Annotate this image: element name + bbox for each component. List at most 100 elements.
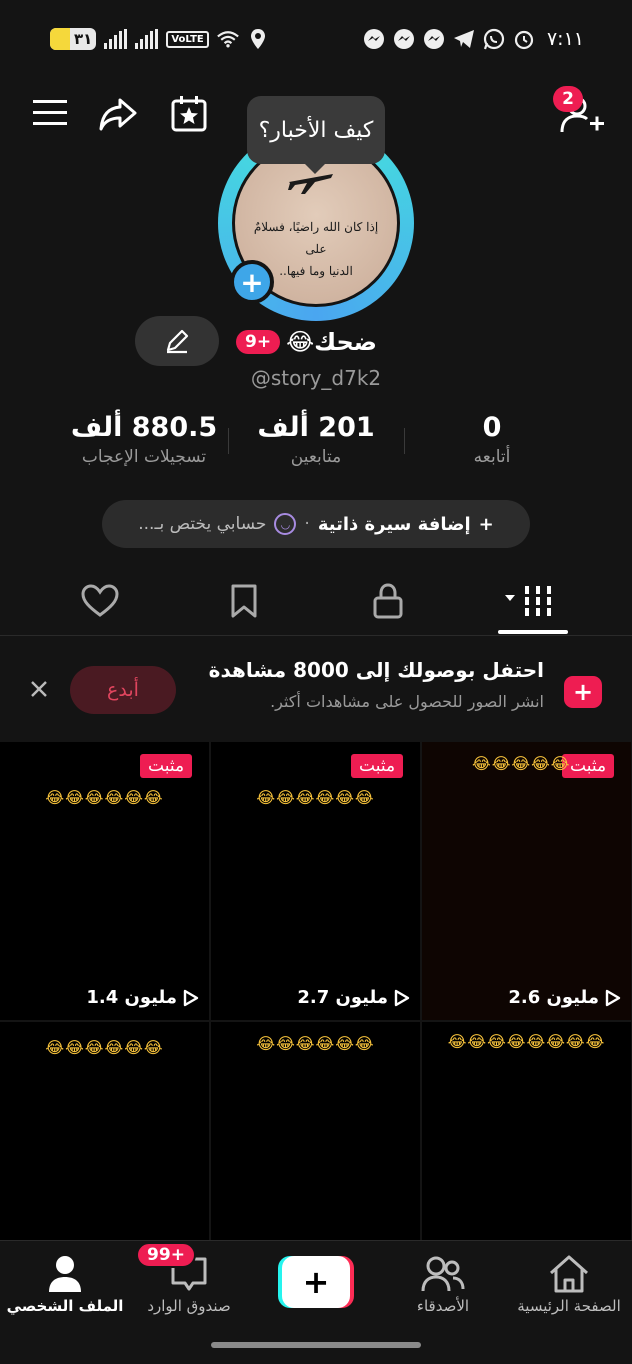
battery-indicator: ٣١	[50, 28, 97, 50]
caption-emojis: 😂😂😂😂😂😂	[45, 788, 164, 807]
play-icon	[183, 989, 199, 1006]
tooltip-text: كيف الأخبار؟	[258, 117, 374, 143]
friend-request-badge: 2	[553, 86, 583, 112]
stat-divider	[228, 428, 229, 454]
volte-badge: VoLTE	[166, 30, 209, 48]
video-thumbnail[interactable]: 😂😂😂😂😂😂	[0, 1022, 209, 1242]
share-icon[interactable]	[96, 94, 140, 134]
create-video-button[interactable]: +	[278, 1256, 354, 1308]
tab-liked[interactable]	[60, 570, 140, 632]
pencil-icon	[166, 329, 189, 354]
signal-2-icon	[135, 29, 159, 49]
nav-friends-label: الأصدقاء	[416, 1297, 470, 1315]
caption-emojis: 😂😂😂😂😂	[472, 754, 571, 773]
likes-label: تسجيلات الإعجاب	[81, 447, 207, 467]
bookmark-icon	[231, 584, 257, 618]
grid-dropdown-icon	[505, 586, 551, 616]
add-story-button[interactable]: +	[230, 260, 274, 304]
close-icon[interactable]	[26, 676, 52, 702]
messenger-icon	[423, 28, 445, 50]
menu-icon[interactable]	[30, 96, 70, 130]
video-thumbnail[interactable]: مثبت 😂😂😂😂😂 2.6 مليون	[422, 742, 631, 1020]
status-bar: ٣١ VoLTE ٧:١١	[0, 0, 632, 80]
pinned-badge: مثبت	[351, 754, 404, 778]
bio-separator: ·	[304, 514, 310, 534]
telegram-icon	[453, 28, 475, 50]
nav-profile-label: الملف الشخصي	[6, 1297, 124, 1315]
add-bio-label: إضافة سيرة ذاتية	[317, 513, 471, 535]
nav-inbox-label: صندوق الوارد	[147, 1297, 231, 1315]
active-tab-indicator	[498, 630, 568, 634]
messenger-icon	[393, 28, 415, 50]
battery-level: ٣١	[74, 30, 93, 48]
calendar-star-icon[interactable]	[168, 94, 210, 134]
tab-videos[interactable]	[490, 570, 570, 632]
status-left: ٣١ VoLTE	[50, 28, 269, 50]
whatsapp-icon	[483, 28, 505, 50]
name-row: 9+ ضحك😂	[236, 324, 377, 360]
stat-divider	[404, 428, 405, 454]
create-button[interactable]: أبدع	[70, 666, 176, 714]
photo-plus-icon: +	[564, 676, 602, 708]
view-count: 1.4 مليون	[86, 987, 199, 1008]
friends-icon	[421, 1256, 465, 1292]
promo-title: احتفل بوصولك إلى 8000 مشاهدة	[208, 658, 544, 682]
view-count: 2.6 مليون	[508, 987, 621, 1008]
followers-label: متابعين	[290, 447, 342, 467]
nav-home-label: الصفحة الرئيسية	[517, 1297, 621, 1315]
status-tooltip[interactable]: كيف الأخبار؟	[247, 96, 385, 174]
view-count-text: 1.4 مليون	[86, 987, 177, 1008]
caption-emojis: 😂😂😂😂😂😂	[256, 788, 375, 807]
home-indicator[interactable]	[211, 1342, 421, 1348]
pinned-badge: مثبت	[140, 754, 193, 778]
following-count: 0	[482, 412, 502, 443]
video-thumbnail[interactable]: 😂😂😂😂😂😂	[211, 1022, 420, 1242]
alarm-icon	[513, 28, 535, 50]
plus-icon: +	[478, 513, 494, 535]
following-stat[interactable]: 0 أتابعه	[432, 412, 552, 467]
video-thumbnail[interactable]: مثبت 😂😂😂😂😂😂 2.7 مليون	[211, 742, 420, 1020]
add-bio-button[interactable]: + إضافة سيرة ذاتية · ◡ حسابي يختص بـ...	[102, 500, 530, 548]
profile-tabs	[0, 570, 632, 636]
followers-stat[interactable]: 201 ألف متابعين	[236, 412, 396, 467]
edit-profile-button[interactable]	[135, 316, 219, 366]
nav-friends[interactable]: الأصدقاء	[378, 1251, 508, 1315]
profile-handle[interactable]: @story_d7k2	[0, 366, 632, 390]
status-right: ٧:١١	[363, 28, 584, 50]
account-about-label: حسابي يختص بـ...	[138, 514, 267, 534]
nav-home[interactable]: الصفحة الرئيسية	[504, 1251, 632, 1315]
heart-icon	[81, 584, 119, 617]
view-count-text: 2.7 مليون	[297, 987, 388, 1008]
profile-icon	[49, 1256, 81, 1292]
create-plus-icon: +	[282, 1256, 350, 1308]
name-badge: 9+	[236, 330, 281, 354]
messenger-icon	[363, 28, 385, 50]
clock: ٧:١١	[546, 28, 584, 50]
inbox-badge: 99+	[136, 1242, 196, 1268]
play-icon	[394, 989, 410, 1006]
promo-subtitle: انشر الصور للحصول على مشاهدات أكثر.	[270, 692, 544, 711]
caption-emojis: 😂😂😂😂😂😂	[45, 1038, 164, 1057]
location-icon	[247, 28, 269, 50]
smile-icon: ◡	[274, 513, 297, 535]
play-icon	[605, 989, 621, 1006]
view-count-text: 2.6 مليون	[508, 987, 599, 1008]
nav-profile[interactable]: الملف الشخصي	[0, 1251, 130, 1315]
tab-private[interactable]	[348, 570, 428, 632]
likes-stat[interactable]: 880.5 ألف تسجيلات الإعجاب	[52, 412, 236, 467]
video-thumbnail[interactable]: مثبت 😂😂😂😂😂😂 1.4 مليون	[0, 742, 209, 1020]
signal-icon	[104, 29, 128, 49]
followers-count: 201 ألف	[257, 412, 375, 443]
likes-count: 880.5 ألف	[70, 412, 218, 443]
video-grid: مثبت 😂😂😂😂😂 2.6 مليون مثبت 😂😂😂😂😂😂 2.7 ملي…	[0, 742, 632, 1242]
wifi-icon	[216, 28, 239, 50]
home-icon	[550, 1255, 588, 1293]
tab-saved[interactable]	[204, 570, 284, 632]
view-count: 2.7 مليون	[297, 987, 410, 1008]
quote-line-1: إذا كان الله راضيًا، فسلامٌ على	[253, 220, 379, 256]
following-label: أتابعه	[473, 447, 511, 467]
caption-emojis: 😂😂😂😂😂😂	[256, 1034, 375, 1053]
caption-emojis: 😂😂😂😂😂😂😂😂	[447, 1032, 606, 1051]
video-thumbnail[interactable]: 😂😂😂😂😂😂😂😂	[422, 1022, 631, 1242]
profile-name: ضحك😂	[286, 328, 377, 356]
